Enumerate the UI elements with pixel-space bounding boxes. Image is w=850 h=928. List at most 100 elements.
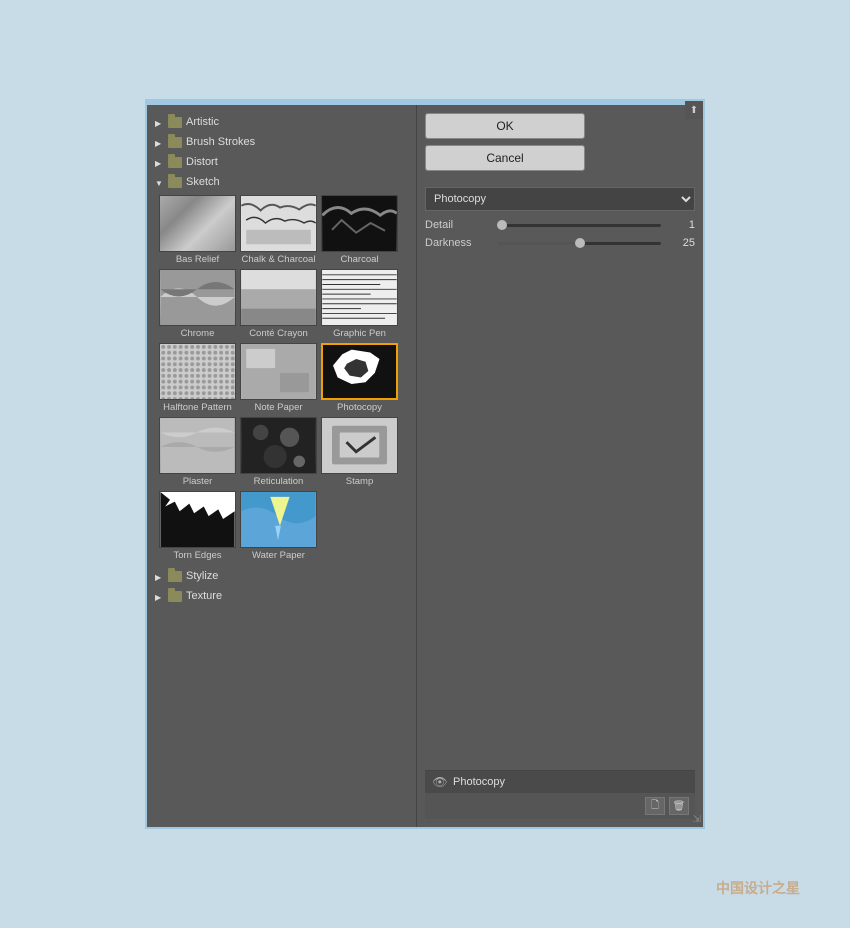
thumb-stamp — [321, 417, 398, 474]
thumb-water-paper — [240, 491, 317, 548]
arrow-icon-artistic — [155, 117, 165, 127]
detail-value: 1 — [665, 219, 695, 231]
thumb-reticulation — [240, 417, 317, 474]
arrow-icon-brush-strokes — [155, 137, 165, 147]
detail-slider-track[interactable] — [499, 224, 661, 227]
filter-name-chrome: Chrome — [159, 328, 236, 339]
layer-panel: 👁 Photocopy 🗋 🗑 — [425, 770, 695, 819]
group-header-stylize[interactable]: Stylize — [151, 567, 412, 585]
ok-button[interactable]: OK — [425, 113, 585, 139]
new-layer-button[interactable]: 🗋 — [645, 797, 665, 815]
filter-item-stamp[interactable]: Stamp — [321, 417, 398, 487]
darkness-label: Darkness — [425, 237, 495, 249]
layer-buttons: 🗋 🗑 — [425, 793, 695, 819]
group-stylize: Stylize — [151, 567, 412, 585]
group-label-texture: Texture — [186, 590, 222, 602]
filter-item-charcoal[interactable]: Charcoal — [321, 195, 398, 265]
filter-item-conte-crayon[interactable]: Conté Crayon — [240, 269, 317, 339]
eye-icon[interactable]: 👁 — [433, 775, 447, 789]
folder-icon-stylize — [168, 571, 182, 582]
filter-item-plaster[interactable]: Plaster — [159, 417, 236, 487]
detail-label: Detail — [425, 219, 495, 231]
filter-item-note-paper[interactable]: Note Paper — [240, 343, 317, 413]
filter-name-photocopy: Photocopy — [321, 402, 398, 413]
thumb-photocopy — [321, 343, 398, 400]
filter-name-graphic-pen: Graphic Pen — [321, 328, 398, 339]
right-panel: ⬆ OK Cancel Photocopy Bas Relief Chalk &… — [417, 105, 703, 827]
thumb-bas-relief — [159, 195, 236, 252]
group-texture: Texture — [151, 587, 412, 605]
filter-item-halftone-pattern[interactable]: Halftone Pattern — [159, 343, 236, 413]
group-label-brush-strokes: Brush Strokes — [186, 136, 255, 148]
filter-name-torn-edges: Torn Edges — [159, 550, 236, 561]
filter-item-water-paper[interactable]: Water Paper — [240, 491, 317, 561]
thumb-chalk-charcoal — [240, 195, 317, 252]
filter-name-stamp: Stamp — [321, 476, 398, 487]
filter-name-bas-relief: Bas Relief — [159, 254, 236, 265]
group-sketch: Sketch Bas Relief — [151, 173, 412, 565]
folder-icon-distort — [168, 157, 182, 168]
filter-item-chalk-charcoal[interactable]: Chalk & Charcoal — [240, 195, 317, 265]
filter-name-charcoal: Charcoal — [321, 254, 398, 265]
delete-layer-button[interactable]: 🗑 — [669, 797, 689, 815]
folder-icon-texture — [168, 591, 182, 602]
filter-name-conte-crayon: Conté Crayon — [240, 328, 317, 339]
filter-item-graphic-pen[interactable]: Graphic Pen — [321, 269, 398, 339]
folder-icon-sketch — [168, 177, 182, 188]
thumb-note-paper — [240, 343, 317, 400]
thumb-graphic-pen — [321, 269, 398, 326]
filter-item-photocopy[interactable]: Photocopy — [321, 343, 398, 413]
folder-icon-brush-strokes — [168, 137, 182, 148]
group-brush-strokes: Brush Strokes — [151, 133, 412, 151]
group-header-brush-strokes[interactable]: Brush Strokes — [151, 133, 412, 151]
filter-dropdown-row: Photocopy Bas Relief Chalk & Charcoal Ch… — [425, 187, 695, 211]
thumb-chrome — [159, 269, 236, 326]
arrow-icon-stylize — [155, 571, 165, 581]
filter-name-halftone-pattern: Halftone Pattern — [159, 402, 236, 413]
filter-gallery-dialog: Artistic Brush Strokes Distort — [145, 99, 705, 829]
thumb-plaster — [159, 417, 236, 474]
filter-list-panel: Artistic Brush Strokes Distort — [147, 105, 417, 827]
group-header-texture[interactable]: Texture — [151, 587, 412, 605]
group-label-distort: Distort — [186, 156, 218, 168]
layer-label: Photocopy — [453, 776, 505, 788]
cancel-button[interactable]: Cancel — [425, 145, 585, 171]
darkness-slider-thumb[interactable] — [575, 238, 585, 248]
darkness-slider-track[interactable] — [499, 242, 661, 245]
group-artistic: Artistic — [151, 113, 412, 131]
filter-item-reticulation[interactable]: Reticulation — [240, 417, 317, 487]
collapse-button[interactable]: ⬆ — [685, 105, 703, 119]
thumb-torn-edges — [159, 491, 236, 548]
folder-icon-artistic — [168, 117, 182, 128]
detail-slider-thumb[interactable] — [497, 220, 507, 230]
filter-name-water-paper: Water Paper — [240, 550, 317, 561]
group-header-distort[interactable]: Distort — [151, 153, 412, 171]
sketch-filter-grid: Bas Relief Chalk & Charcoal — [151, 191, 412, 565]
filter-name-note-paper: Note Paper — [240, 402, 317, 413]
thumb-charcoal — [321, 195, 398, 252]
arrow-icon-distort — [155, 157, 165, 167]
darkness-param-row: Darkness 25 — [425, 237, 695, 249]
filter-name-plaster: Plaster — [159, 476, 236, 487]
detail-param-row: Detail 1 — [425, 219, 695, 231]
thumb-halftone-pattern — [159, 343, 236, 400]
filter-item-torn-edges[interactable]: Torn Edges — [159, 491, 236, 561]
filter-item-bas-relief[interactable]: Bas Relief — [159, 195, 236, 265]
filter-name-reticulation: Reticulation — [240, 476, 317, 487]
group-label-artistic: Artistic — [186, 116, 219, 128]
group-header-artistic[interactable]: Artistic — [151, 113, 412, 131]
arrow-icon-texture — [155, 591, 165, 601]
arrow-icon-sketch — [155, 177, 165, 187]
thumb-conte-crayon — [240, 269, 317, 326]
filter-dropdown[interactable]: Photocopy Bas Relief Chalk & Charcoal Ch… — [425, 187, 695, 211]
filter-item-chrome[interactable]: Chrome — [159, 269, 236, 339]
group-label-stylize: Stylize — [186, 570, 218, 582]
filter-name-chalk-charcoal: Chalk & Charcoal — [240, 254, 317, 265]
group-header-sketch[interactable]: Sketch — [151, 173, 412, 191]
watermark: 中国设计之星 — [716, 878, 800, 898]
group-label-sketch: Sketch — [186, 176, 220, 188]
resize-handle[interactable]: ⇲ — [693, 814, 701, 825]
darkness-value: 25 — [665, 237, 695, 249]
group-distort: Distort — [151, 153, 412, 171]
layer-item-photocopy[interactable]: 👁 Photocopy — [425, 771, 695, 793]
